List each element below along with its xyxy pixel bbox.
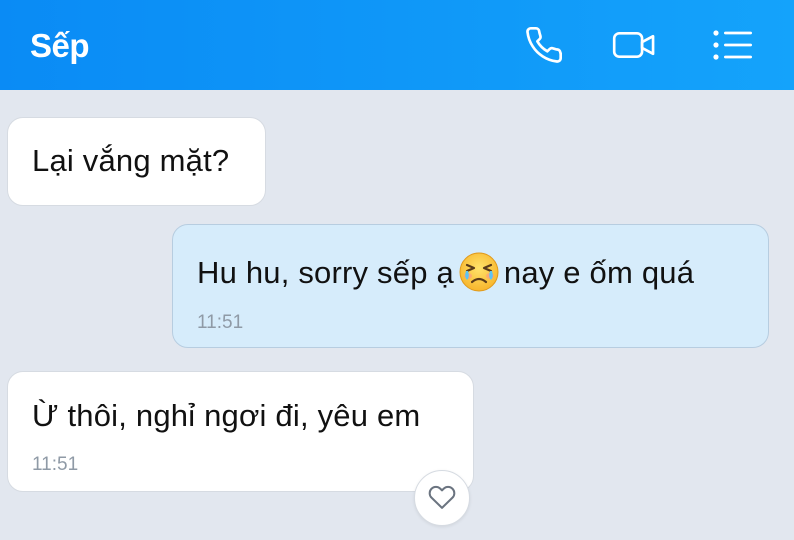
reaction-button[interactable] bbox=[414, 470, 470, 526]
message-text: nay e ốm quá bbox=[503, 255, 695, 290]
video-call-icon[interactable] bbox=[612, 25, 656, 65]
message-bubble-incoming[interactable]: Ừ thôi, nghỉ ngơi đi, yêu em 11:51 bbox=[7, 371, 474, 492]
heart-icon bbox=[427, 482, 457, 515]
contact-name[interactable]: Sếp bbox=[30, 26, 90, 66]
message-text: Ừ thôi, nghỉ ngơi đi, yêu em bbox=[32, 398, 421, 433]
message-text: Hu hu, sorry sếp ạ bbox=[197, 255, 454, 290]
chat-area[interactable]: Lại vắng mặt? Hu hu, sorry sếp ạ nay e ố… bbox=[0, 90, 794, 540]
message-bubble-incoming[interactable]: Lại vắng mặt? bbox=[7, 117, 266, 206]
phone-icon[interactable] bbox=[522, 25, 566, 65]
message-bubble-outgoing[interactable]: Hu hu, sorry sếp ạ nay e ốm quá 11:51 bbox=[172, 224, 769, 348]
message-text: Lại vắng mặt? bbox=[32, 143, 230, 178]
crying-face-emoji bbox=[458, 251, 500, 293]
message-text-line: Hu hu, sorry sếp ạ nay e ốm quá bbox=[197, 251, 694, 293]
chat-header: Sếp bbox=[0, 0, 794, 90]
message-timestamp: 11:51 bbox=[32, 454, 79, 475]
menu-list-icon[interactable] bbox=[710, 25, 754, 65]
message-timestamp: 11:51 bbox=[197, 312, 244, 333]
